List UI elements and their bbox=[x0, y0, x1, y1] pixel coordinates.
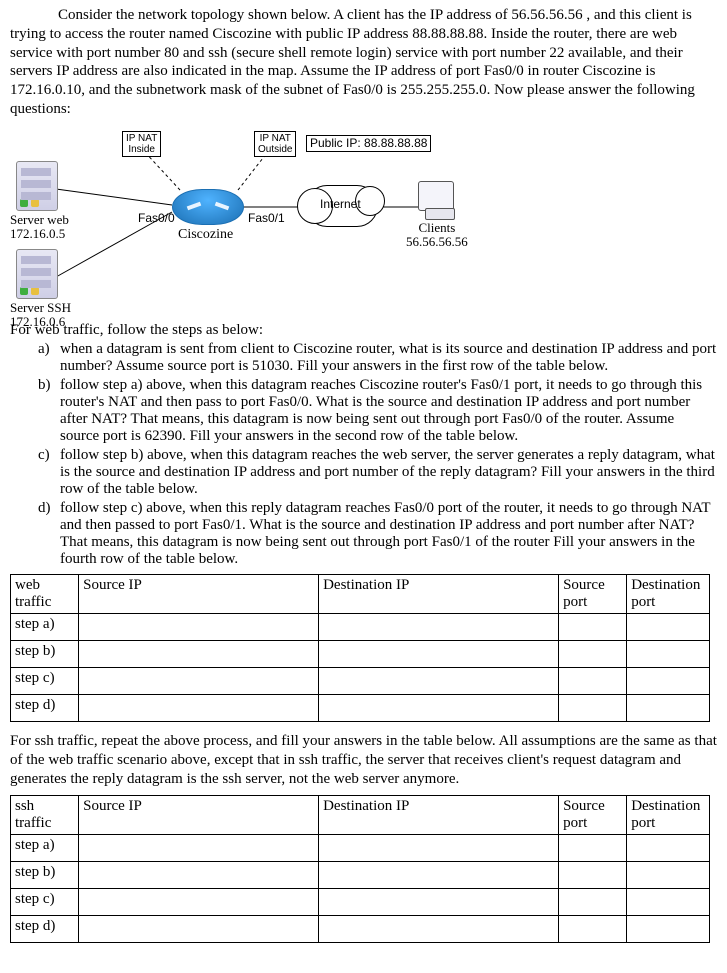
answer-cell[interactable] bbox=[627, 915, 710, 942]
th-destination-port: Destination port bbox=[627, 795, 710, 834]
answer-cell[interactable] bbox=[319, 915, 559, 942]
answer-cell[interactable] bbox=[559, 668, 627, 695]
answer-cell[interactable] bbox=[559, 695, 627, 722]
ssh-traffic-table: ssh traffic Source IP Destination IP Sou… bbox=[10, 795, 710, 943]
steps-list: a) when a datagram is sent from client t… bbox=[38, 341, 717, 568]
answer-cell[interactable] bbox=[627, 888, 710, 915]
answer-cell[interactable] bbox=[319, 695, 559, 722]
step-c: c) follow step b) above, when this datag… bbox=[38, 447, 717, 498]
answer-cell[interactable] bbox=[79, 888, 319, 915]
th-source-ip: Source IP bbox=[79, 795, 319, 834]
fas00-label: Fas0/0 bbox=[138, 211, 175, 225]
network-topology-diagram: Server web 172.16.0.5 Server SSH 172.16.… bbox=[10, 127, 470, 317]
table-row: step a) bbox=[11, 614, 710, 641]
th-destination-ip: Destination IP bbox=[319, 795, 559, 834]
answer-cell[interactable] bbox=[559, 641, 627, 668]
th-destination-port: Destination port bbox=[627, 575, 710, 614]
answer-cell[interactable] bbox=[79, 834, 319, 861]
step-d: d) follow step c) above, when this reply… bbox=[38, 500, 717, 568]
th-source-port: Source port bbox=[559, 575, 627, 614]
th-source-ip: Source IP bbox=[79, 575, 319, 614]
server-web-icon bbox=[16, 161, 58, 211]
answer-cell[interactable] bbox=[79, 668, 319, 695]
answer-cell[interactable] bbox=[79, 695, 319, 722]
answer-cell[interactable] bbox=[627, 614, 710, 641]
table-row: step d) bbox=[11, 915, 710, 942]
server-web-caption: Server web 172.16.0.5 bbox=[10, 213, 69, 242]
answer-cell[interactable] bbox=[79, 614, 319, 641]
table-row: step d) bbox=[11, 695, 710, 722]
router-icon bbox=[172, 189, 244, 225]
th-destination-ip: Destination IP bbox=[319, 575, 559, 614]
nat-inside-box: IP NAT Inside bbox=[122, 131, 161, 157]
answer-cell[interactable] bbox=[559, 834, 627, 861]
answer-cell[interactable] bbox=[319, 641, 559, 668]
answer-cell[interactable] bbox=[79, 641, 319, 668]
answer-cell[interactable] bbox=[559, 888, 627, 915]
answer-cell[interactable] bbox=[627, 861, 710, 888]
fas01-label: Fas0/1 bbox=[248, 211, 285, 225]
answer-cell[interactable] bbox=[319, 861, 559, 888]
internet-label: Internet bbox=[320, 197, 361, 211]
table-row: step b) bbox=[11, 641, 710, 668]
topology-lines bbox=[10, 127, 470, 317]
step-a: a) when a datagram is sent from client t… bbox=[38, 341, 717, 375]
router-name-label: Ciscozine bbox=[178, 227, 233, 242]
server-ssh-icon bbox=[16, 249, 58, 299]
answer-cell[interactable] bbox=[319, 834, 559, 861]
table-row: step a) bbox=[11, 834, 710, 861]
nat-outside-box: IP NAT Outside bbox=[254, 131, 296, 157]
web-traffic-heading: For web traffic, follow the steps as bel… bbox=[10, 321, 717, 340]
answer-cell[interactable] bbox=[319, 668, 559, 695]
public-ip-box: Public IP: 88.88.88.88 bbox=[306, 135, 431, 152]
ssh-table-corner: ssh traffic bbox=[11, 795, 79, 834]
intro-paragraph: Consider the network topology shown belo… bbox=[10, 6, 717, 119]
answer-cell[interactable] bbox=[559, 861, 627, 888]
ssh-intro-paragraph: For ssh traffic, repeat the above proces… bbox=[10, 732, 717, 788]
answer-cell[interactable] bbox=[627, 695, 710, 722]
table-row: step b) bbox=[11, 861, 710, 888]
answer-cell[interactable] bbox=[559, 614, 627, 641]
server-ssh-caption: Server SSH 172.16.0.6 bbox=[10, 301, 71, 330]
answer-cell[interactable] bbox=[79, 915, 319, 942]
answer-cell[interactable] bbox=[559, 915, 627, 942]
table-row: step c) bbox=[11, 888, 710, 915]
answer-cell[interactable] bbox=[79, 861, 319, 888]
table-row: step c) bbox=[11, 668, 710, 695]
answer-cell[interactable] bbox=[627, 834, 710, 861]
th-source-port: Source port bbox=[559, 795, 627, 834]
client-caption: Clients 56.56.56.56 bbox=[406, 221, 468, 250]
answer-cell[interactable] bbox=[319, 888, 559, 915]
answer-cell[interactable] bbox=[627, 668, 710, 695]
answer-cell[interactable] bbox=[627, 641, 710, 668]
web-table-corner: web traffic bbox=[11, 575, 79, 614]
step-b: b) follow step a) above, when this datag… bbox=[38, 377, 717, 445]
client-pc-icon bbox=[418, 181, 454, 211]
answer-cell[interactable] bbox=[319, 614, 559, 641]
web-traffic-table: web traffic Source IP Destination IP Sou… bbox=[10, 574, 710, 722]
